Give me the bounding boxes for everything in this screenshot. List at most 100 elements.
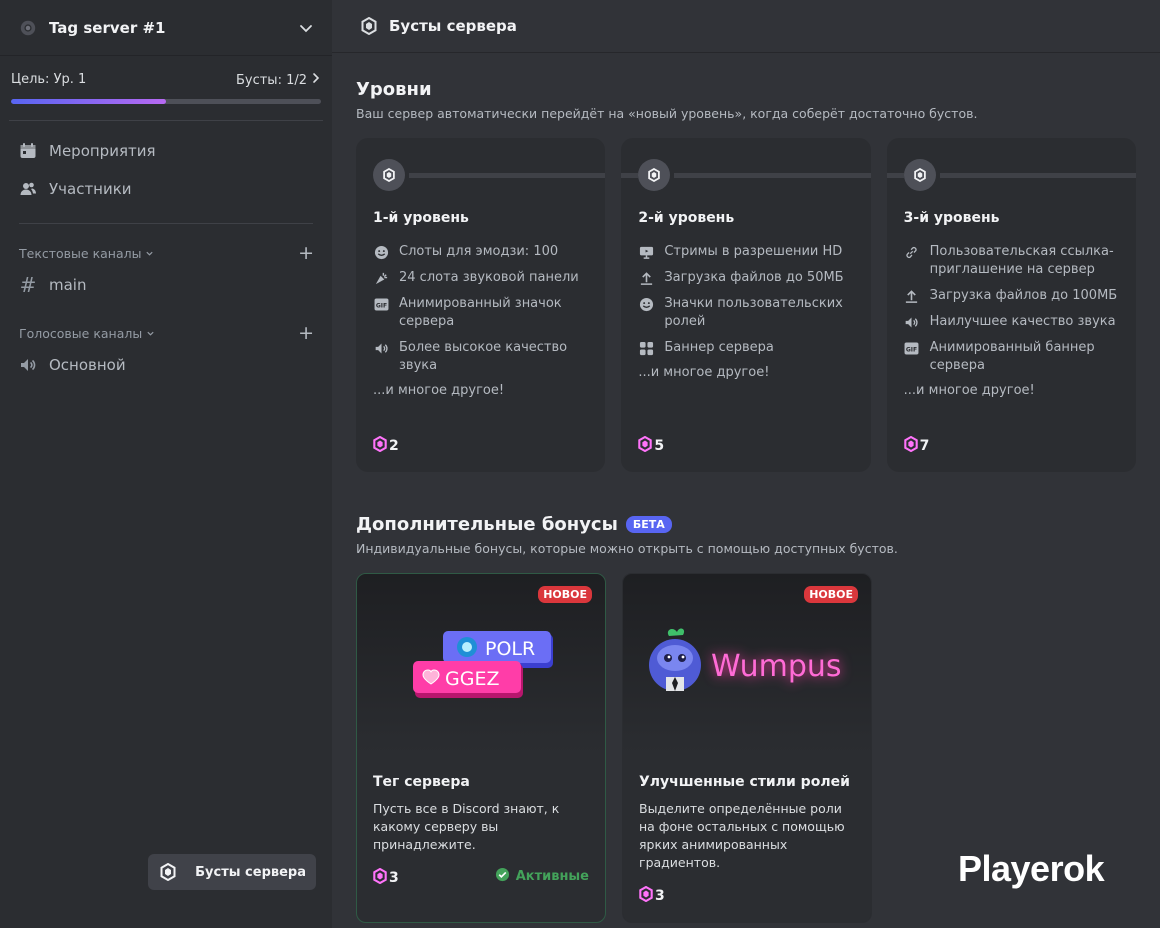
perk-item: Наилучшее качество звука	[904, 313, 1126, 331]
perk-item: Пользовательская ссылка-приглашение на с…	[904, 243, 1126, 279]
category-label: Текстовые каналы	[19, 245, 142, 261]
smile-icon	[373, 243, 389, 261]
tier-progress-line	[409, 173, 606, 178]
tier-name: 3-й уровень	[903, 210, 1000, 226]
boost-icon	[158, 862, 178, 882]
main-panel: Бусты сервера Уровни Ваш сервер автомати…	[332, 0, 1160, 928]
boost-icon	[359, 16, 379, 36]
boost-goal[interactable]: Цель: Ур. 1 Бусты: 1/2	[0, 56, 332, 104]
tier-cost: 7	[903, 435, 929, 456]
chevron-right-icon	[311, 72, 321, 88]
bonus-name: Тег сервера	[373, 774, 470, 790]
tier-badge-icon	[373, 159, 405, 191]
wumpus-text: Wumpus	[711, 649, 842, 684]
tier-progress-line	[886, 173, 904, 178]
perk-item: Слоты для эмодзи: 100	[373, 243, 595, 261]
sidebar-item-label: Мероприятия	[49, 142, 156, 160]
tag-text-polr: POLR	[485, 638, 535, 660]
sidebar-item-members[interactable]: Участники	[8, 171, 324, 207]
perk-text: 24 слота звуковой панели	[399, 270, 579, 285]
bonus-banner: НОВОЕ POLR GGEZ	[357, 574, 605, 754]
sidebar-item-events[interactable]: Мероприятия	[8, 133, 324, 169]
bonuses-title: Дополнительные бонусы БЕТА	[356, 514, 1136, 535]
channel-name: main	[49, 276, 87, 294]
sidebar-item-server-boosts[interactable]: Бусты сервера	[148, 854, 316, 890]
perk-text: Пользовательская ссылка-приглашение на с…	[929, 244, 1114, 277]
channel-main[interactable]: # main	[0, 268, 332, 302]
server-tag-illustration: POLR GGEZ	[413, 631, 553, 698]
boost-gem-icon	[638, 435, 653, 456]
add-channel-icon[interactable]: +	[298, 323, 314, 343]
topbar: Бусты сервера	[332, 0, 1160, 53]
tier-progress-line	[621, 173, 639, 178]
perk-text: Наилучшее качество звука	[929, 314, 1116, 329]
perk-text: Анимированный значок сервера	[399, 296, 562, 329]
boost-gem-icon	[373, 435, 387, 456]
add-channel-icon[interactable]: +	[298, 243, 314, 263]
bonus-desc: Выделите определённые роли на фоне остал…	[639, 801, 845, 870]
server-name: Tag server #1	[49, 18, 166, 37]
members-icon	[18, 179, 38, 199]
svg-text:GIF: GIF	[906, 346, 917, 353]
upload-icon	[904, 287, 920, 305]
perk-item: Загрузка файлов до 100МБ	[904, 287, 1126, 305]
boost-gem-icon	[373, 867, 387, 888]
speaker-icon	[904, 313, 920, 331]
perk-more: ...и многое другое!	[638, 365, 770, 380]
cost-value: 3	[655, 888, 665, 904]
soundboard-icon	[373, 269, 389, 287]
perk-more: ...и многое другое!	[903, 383, 1035, 398]
tier-progress-line	[939, 173, 1136, 178]
bonus-cost: 3	[639, 885, 665, 906]
speaker-icon	[373, 339, 389, 357]
tag-text-ggez: GGEZ	[445, 668, 499, 690]
perk-text: Значки пользовательских ролей	[664, 296, 843, 329]
bonus-card-server-tag[interactable]: НОВОЕ POLR GGEZ Тег сервера Пусть все в …	[356, 573, 606, 923]
perk-more: ...и многое другое!	[373, 383, 505, 398]
levels-title: Уровни	[356, 79, 1136, 100]
tier-list: 1-й уровень Слоты для эмодзи: 100 24 сло…	[356, 138, 1136, 472]
calendar-icon	[18, 141, 38, 161]
cost-value: 2	[389, 438, 399, 454]
bonus-name: Улучшенные стили ролей	[639, 774, 850, 790]
boost-gem-icon	[639, 885, 653, 906]
sidebar-nav: Мероприятия Участники Бусты сервера	[0, 121, 332, 890]
tier-progress-line	[674, 173, 871, 178]
perk-text: Загрузка файлов до 100МБ	[929, 288, 1118, 303]
active-status: Активные	[495, 867, 589, 886]
svg-text:GIF: GIF	[375, 302, 386, 309]
perk-text: Более высокое качество звука	[399, 340, 568, 373]
screen-icon	[638, 243, 654, 261]
perk-item: 24 слота звуковой панели	[373, 269, 595, 287]
tier-badge-icon	[903, 159, 936, 191]
hashtag-icon: #	[19, 273, 37, 297]
bonus-banner: НОВОЕ Wumpus	[623, 574, 871, 754]
perk-item: Значки пользовательских ролей	[638, 295, 860, 331]
tier-name: 2-й уровень	[638, 210, 735, 226]
server-gear-icon	[18, 18, 38, 38]
levels-title-text: Уровни	[356, 79, 432, 100]
watermark: Playerok	[958, 848, 1105, 889]
sidebar-item-label: Участники	[49, 180, 132, 198]
bonus-card-role-styles[interactable]: НОВОЕ Wumpus Улучшенные стили ролей Выде…	[622, 573, 872, 923]
levels-desc: Ваш сервер автоматически перейдёт на «но…	[356, 106, 978, 121]
upload-icon	[638, 269, 654, 287]
perk-text: Загрузка файлов до 50МБ	[664, 270, 844, 285]
tier-cost: 5	[638, 435, 664, 456]
chevron-down-icon[interactable]	[298, 20, 314, 36]
check-circle-icon	[495, 867, 510, 886]
divider	[19, 223, 313, 224]
category-label: Голосовые каналы	[19, 325, 143, 341]
active-label: Активные	[515, 869, 589, 884]
channel-voice-main[interactable]: Основной	[0, 348, 332, 382]
goal-progress-bar	[11, 99, 321, 104]
server-header[interactable]: Tag server #1	[0, 0, 332, 56]
bonuses-title-text: Дополнительные бонусы	[356, 514, 618, 535]
goal-boosts: Бусты: 1/2	[235, 72, 307, 88]
bonus-desc: Пусть все в Discord знают, к какому серв…	[373, 801, 560, 852]
perk-text: Баннер сервера	[664, 340, 774, 355]
category-text-channels[interactable]: Текстовые каналы +	[0, 243, 332, 263]
perk-text: Стримы в разрешении HD	[664, 244, 843, 259]
category-voice-channels[interactable]: Голосовые каналы +	[0, 323, 332, 343]
tier-card: 3-й уровень Пользовательская ссылка-приг…	[886, 138, 1136, 472]
